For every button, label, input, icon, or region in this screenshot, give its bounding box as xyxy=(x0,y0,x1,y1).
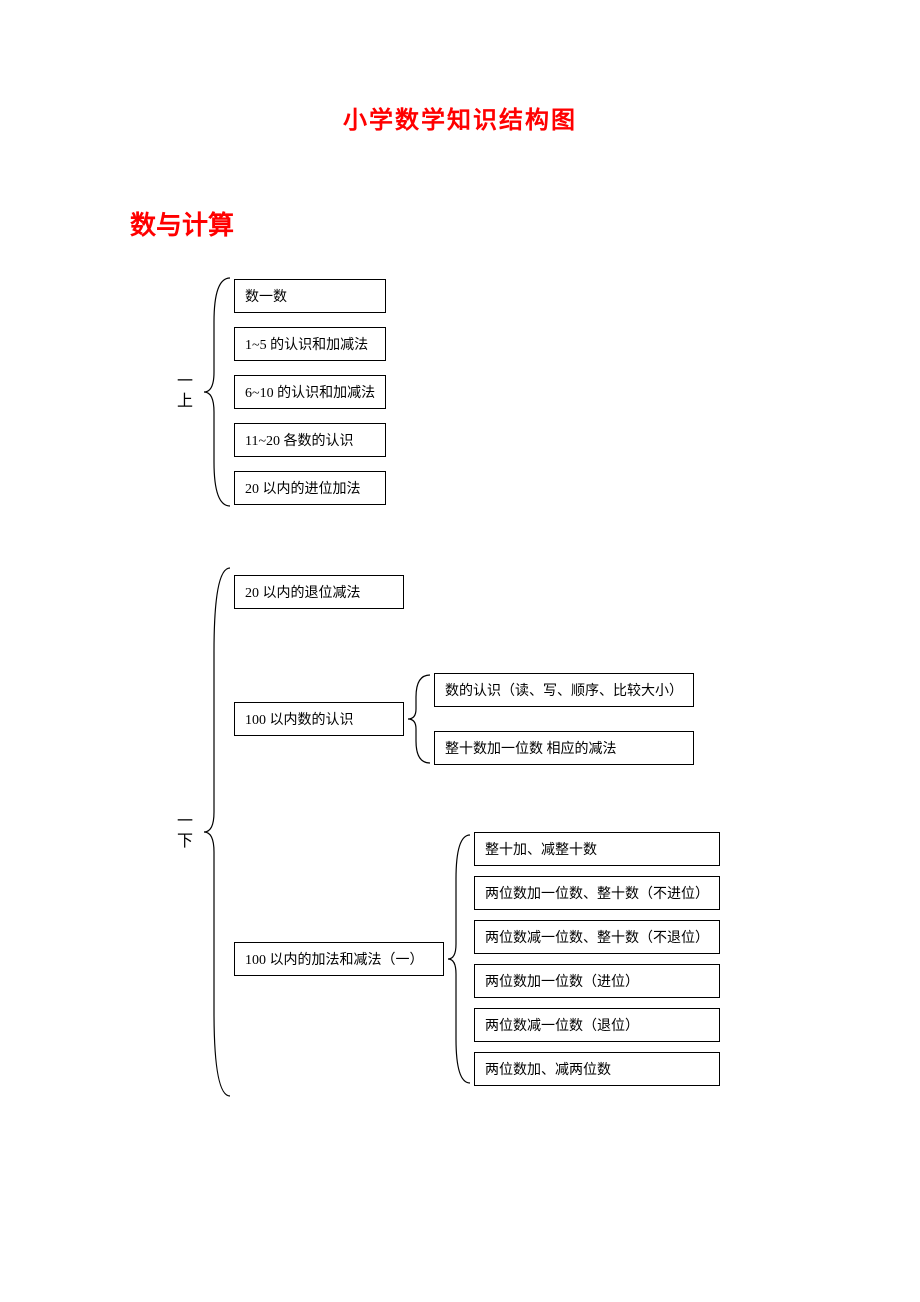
section-heading: 数与计算 xyxy=(130,205,860,242)
subtopic-box: 整十数加一位数 相应的减法 xyxy=(434,731,694,765)
group-grade1-sem2: 一下 20 以内的退位减法 100 以内数的认识 数的认识（读、写、顺序、比较大… xyxy=(170,562,860,1102)
brace-icon xyxy=(200,272,234,512)
subtopic-box: 两位数减一位数（退位） xyxy=(474,1008,720,1042)
topic-box: 6~10 的认识和加减法 xyxy=(234,375,386,409)
item-list: 数一数 1~5 的认识和加减法 6~10 的认识和加减法 11~20 各数的认识… xyxy=(234,279,386,505)
brace-icon xyxy=(200,562,234,1102)
subtopic-list: 整十加、减整十数 两位数加一位数、整十数（不进位） 两位数减一位数、整十数（不退… xyxy=(474,832,720,1086)
group-label: 一下 xyxy=(170,812,194,852)
brace-icon xyxy=(404,669,434,769)
topic-box: 100 以内数的认识 xyxy=(234,702,404,736)
brace-icon xyxy=(444,829,474,1089)
subtopic-box: 两位数加一位数、整十数（不进位） xyxy=(474,876,720,910)
item-list: 20 以内的退位减法 100 以内数的认识 数的认识（读、写、顺序、比较大小） … xyxy=(234,575,720,1089)
subtopic-box: 整十加、减整十数 xyxy=(474,832,720,866)
page: 小学数学知识结构图 数与计算 一上 数一数 1~5 的认识和加减法 6~10 的… xyxy=(0,0,920,1212)
topic-row: 100 以内数的认识 数的认识（读、写、顺序、比较大小） 整十数加一位数 相应的… xyxy=(234,669,720,769)
topic-box: 1~5 的认识和加减法 xyxy=(234,327,386,361)
topic-box: 100 以内的加法和减法（一） xyxy=(234,942,444,976)
subtopic-box: 两位数加一位数（进位） xyxy=(474,964,720,998)
topic-box: 20 以内的进位加法 xyxy=(234,471,386,505)
group-grade1-sem1: 一上 数一数 1~5 的认识和加减法 6~10 的认识和加减法 11~20 各数… xyxy=(170,272,860,512)
subtopic-box: 两位数加、减两位数 xyxy=(474,1052,720,1086)
subtopic-box: 数的认识（读、写、顺序、比较大小） xyxy=(434,673,694,707)
group-label: 一上 xyxy=(170,372,194,412)
topic-box: 11~20 各数的认识 xyxy=(234,423,386,457)
page-title: 小学数学知识结构图 xyxy=(60,100,860,135)
topic-box: 数一数 xyxy=(234,279,386,313)
topic-box: 20 以内的退位减法 xyxy=(234,575,404,609)
subtopic-list: 数的认识（读、写、顺序、比较大小） 整十数加一位数 相应的减法 xyxy=(434,673,694,765)
subtopic-box: 两位数减一位数、整十数（不退位） xyxy=(474,920,720,954)
topic-row: 100 以内的加法和减法（一） 整十加、减整十数 两位数加一位数、整十数（不进位… xyxy=(234,829,720,1089)
